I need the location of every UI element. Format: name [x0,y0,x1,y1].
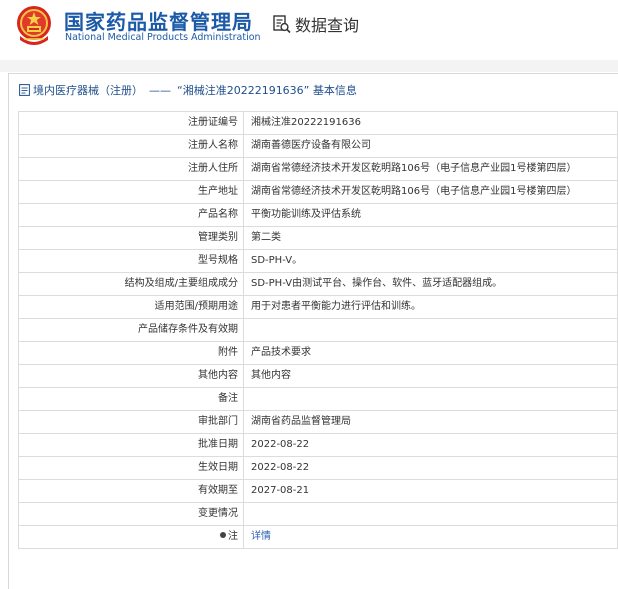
field-label: 审批部门 [18,410,244,434]
field-value: 其他内容 [243,364,618,388]
data-query-label: 数据查询 [295,16,360,35]
field-value [243,318,618,342]
national-emblem-icon [17,6,51,45]
site-header: 国家药品监督管理局 National Medical Products Admi… [0,0,618,60]
note-label-cell: 注 [18,525,244,549]
table-row: 生产地址 湖南省常德经济技术开发区乾明路106号（电子信息产业园1号楼第四层） [18,180,618,204]
breadcrumb-separator: —— [149,83,171,97]
breadcrumb-title: “湘械注准20222191636” 基本信息 [177,84,357,97]
field-value: 湘械注准20222191636 [243,111,618,135]
field-value: 湖南省常德经济技术开发区乾明路106号（电子信息产业园1号楼第四层） [243,180,618,204]
table-row: 管理类别 第二类 [18,226,618,250]
detail-panel: 境内医疗器械（注册） —— “湘械注准20222191636” 基本信息 注册证… [8,73,618,589]
agency-name-cn: 国家药品监督管理局 [64,10,253,34]
table-row: 备注 [18,387,618,411]
data-query-icon [273,15,291,34]
field-label: 生产地址 [18,180,244,204]
detail-link[interactable]: 详情 [251,531,271,542]
field-label: 有效期至 [18,479,244,503]
table-row: 注册人住所 湖南省常德经济技术开发区乾明路106号（电子信息产业园1号楼第四层） [18,157,618,181]
field-value: 湖南省常德经济技术开发区乾明路106号（电子信息产业园1号楼第四层） [243,157,618,181]
table-row: 产品名称 平衡功能训练及评估系统 [18,203,618,227]
field-label: 变更情况 [18,502,244,526]
field-value: 用于对患者平衡能力进行评估和训练。 [243,295,618,319]
field-value: 2027-08-21 [243,479,618,503]
field-label: 其他内容 [18,364,244,388]
table-row: 型号规格 SD-PH-V。 [18,249,618,273]
field-label: 产品名称 [18,203,244,227]
breadcrumb-section[interactable]: 境内医疗器械（注册） [33,82,143,98]
table-row: 其他内容 其他内容 [18,364,618,388]
table-row: 批准日期 2022-08-22 [18,433,618,457]
field-label: 型号规格 [18,249,244,273]
field-value: 湖南善德医疗设备有限公司 [243,134,618,158]
field-label: 批准日期 [18,433,244,457]
field-value: 2022-08-22 [243,433,618,457]
field-label: 结构及组成/主要组成成分 [18,272,244,296]
breadcrumb: 境内医疗器械（注册） —— “湘械注准20222191636” 基本信息 [19,83,357,97]
header-divider [0,60,618,72]
table-row: 结构及组成/主要组成成分 SD-PH-V由测试平台、操作台、软件、蓝牙适配器组成。 [18,272,618,296]
pin-icon [220,532,226,538]
field-value: SD-PH-V。 [243,249,618,273]
field-label: 注册证编号 [18,111,244,135]
field-label: 适用范围/预期用途 [18,295,244,319]
field-value: 湖南省药品监督管理局 [243,410,618,434]
field-label: 备注 [18,387,244,411]
field-label: 产品储存条件及有效期 [18,318,244,342]
table-row: 附件 产品技术要求 [18,341,618,365]
field-value: 2022-08-22 [243,456,618,480]
agency-name-en: National Medical Products Administration [65,32,261,43]
table-row: 审批部门 湖南省药品监督管理局 [18,410,618,434]
note-label: 注 [228,531,238,542]
table-row: 有效期至 2027-08-21 [18,479,618,503]
field-label: 注册人住所 [18,157,244,181]
document-icon [19,84,30,96]
registration-info-table: 注册证编号 湘械注准20222191636 注册人名称 湖南善德医疗设备有限公司 注册人… [18,111,618,549]
note-value-cell: 详情 [243,525,618,549]
field-value: 平衡功能训练及评估系统 [243,203,618,227]
field-value: 第二类 [243,226,618,250]
table-row: 生效日期 2022-08-22 [18,456,618,480]
field-value: 产品技术要求 [243,341,618,365]
field-value [243,502,618,526]
table-row: 注册人名称 湖南善德医疗设备有限公司 [18,134,618,158]
table-row: 产品储存条件及有效期 [18,318,618,342]
field-label: 附件 [18,341,244,365]
table-row-note: 注 详情 [18,525,618,549]
table-row: 适用范围/预期用途 用于对患者平衡能力进行评估和训练。 [18,295,618,319]
data-query-link[interactable]: 数据查询 [272,13,359,35]
field-label: 生效日期 [18,456,244,480]
field-value [243,387,618,411]
field-label: 注册人名称 [18,134,244,158]
field-value: SD-PH-V由测试平台、操作台、软件、蓝牙适配器组成。 [243,272,618,296]
table-row: 注册证编号 湘械注准20222191636 [18,111,618,135]
table-row: 变更情况 [18,502,618,526]
field-label: 管理类别 [18,226,244,250]
